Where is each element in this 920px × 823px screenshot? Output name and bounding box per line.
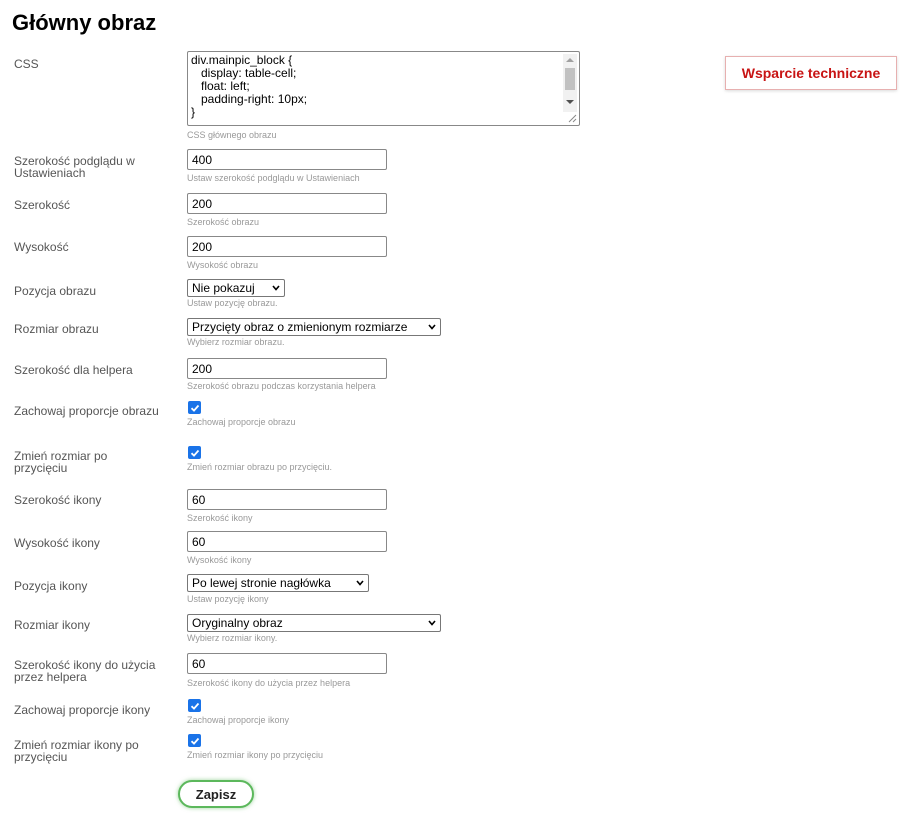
icon-height-hint: Wysokość ikony	[187, 555, 252, 565]
icon-resize-after-crop-checkbox[interactable]	[188, 734, 201, 747]
image-position-hint: Ustaw pozycję obrazu.	[187, 298, 278, 308]
icon-keep-ratio-hint: Zachowaj proporcje ikony	[187, 715, 290, 725]
icon-position-select[interactable]: Po lewej stronie nagłówka	[187, 574, 369, 592]
icon-resize-after-crop-label: Zmień rozmiar ikony po przycięciu	[14, 738, 139, 764]
resize-after-crop-hint: Zmień rozmiar obrazu po przycięciu.	[187, 462, 333, 472]
helper-width-label: Szerokość dla helpera	[14, 363, 133, 377]
icon-helper-width-hint: Szerokość ikony do użycia przez helpera	[187, 678, 351, 688]
image-position-select[interactable]: Nie pokazuj	[187, 279, 285, 297]
icon-size-hint: Wybierz rozmiar ikony.	[187, 633, 278, 643]
icon-helper-width-input[interactable]	[187, 653, 387, 674]
css-label: CSS	[14, 57, 39, 71]
chevron-down-icon	[428, 324, 436, 330]
checkmark-icon	[190, 404, 199, 412]
icon-keep-ratio-label: Zachowaj proporcje ikony	[14, 703, 151, 717]
css-textarea[interactable]: div.mainpic_block { display: table-cell;…	[187, 51, 580, 126]
checkmark-icon	[190, 449, 199, 457]
height-input[interactable]	[187, 236, 387, 257]
width-input[interactable]	[187, 193, 387, 214]
image-size-select[interactable]: Przycięty obraz o zmienionym rozmiarze	[187, 318, 441, 336]
chevron-down-icon	[428, 620, 436, 626]
icon-width-label: Szerokość ikony	[14, 493, 102, 507]
keep-ratio-hint: Zachowaj proporcje obrazu	[187, 417, 296, 427]
checkmark-icon	[190, 737, 199, 745]
chevron-down-icon	[356, 580, 364, 586]
icon-position-label: Pozycja ikony	[14, 579, 88, 593]
width-label: Szerokość	[14, 198, 71, 212]
chevron-down-icon	[272, 285, 280, 291]
css-textarea-content[interactable]: div.mainpic_block { display: table-cell;…	[191, 54, 307, 119]
icon-width-hint: Szerokość ikony	[187, 513, 253, 523]
image-size-hint: Wybierz rozmiar obrazu.	[187, 337, 285, 347]
scroll-down-arrow-icon[interactable]	[566, 100, 574, 104]
height-label: Wysokość	[14, 240, 69, 254]
keep-ratio-checkbox[interactable]	[188, 401, 201, 414]
image-size-label: Rozmiar obrazu	[14, 322, 99, 336]
image-size-value: Przycięty obraz o zmienionym rozmiarze	[192, 320, 408, 334]
save-button[interactable]: Zapisz	[178, 780, 254, 808]
checkmark-icon	[190, 702, 199, 710]
icon-height-input[interactable]	[187, 531, 387, 552]
icon-size-select[interactable]: Oryginalny obraz	[187, 614, 441, 632]
resize-after-crop-checkbox[interactable]	[188, 446, 201, 459]
icon-size-label: Rozmiar ikony	[14, 618, 91, 632]
icon-keep-ratio-checkbox[interactable]	[188, 699, 201, 712]
height-hint: Wysokość obrazu	[187, 260, 258, 270]
support-button[interactable]: Wsparcie techniczne	[725, 56, 897, 90]
helper-width-input[interactable]	[187, 358, 387, 379]
image-position-label: Pozycja obrazu	[14, 284, 97, 298]
icon-size-value: Oryginalny obraz	[192, 616, 283, 630]
page-title: Główny obraz	[12, 10, 157, 35]
icon-resize-after-crop-hint: Zmień rozmiar ikony po przycięciu	[187, 750, 324, 760]
preview-width-hint: Ustaw szerokość podglądu w Ustawieniach	[187, 173, 360, 183]
preview-width-label: Szerokość podglądu w Ustawieniach	[14, 154, 135, 180]
width-hint: Szerokość obrazu	[187, 217, 260, 227]
resize-grip-icon[interactable]	[567, 113, 577, 123]
keep-ratio-label: Zachowaj proporcje obrazu	[14, 404, 159, 418]
icon-height-label: Wysokość ikony	[14, 536, 100, 550]
preview-width-input[interactable]	[187, 149, 387, 170]
scroll-thumb[interactable]	[565, 68, 575, 90]
icon-position-hint: Ustaw pozycję ikony	[187, 594, 269, 604]
helper-width-hint: Szerokość obrazu podczas korzystania hel…	[187, 381, 376, 391]
resize-after-crop-label: Zmień rozmiar po przycięciu	[14, 449, 108, 475]
icon-helper-width-label: Szerokość ikony do użycia przez helpera	[14, 658, 156, 684]
css-textarea-scrollbar[interactable]	[563, 54, 577, 112]
icon-width-input[interactable]	[187, 489, 387, 510]
image-position-value: Nie pokazuj	[192, 281, 255, 295]
icon-position-value: Po lewej stronie nagłówka	[192, 576, 331, 590]
css-hint: CSS głównego obrazu	[187, 130, 277, 140]
scroll-up-arrow-icon[interactable]	[566, 58, 574, 62]
